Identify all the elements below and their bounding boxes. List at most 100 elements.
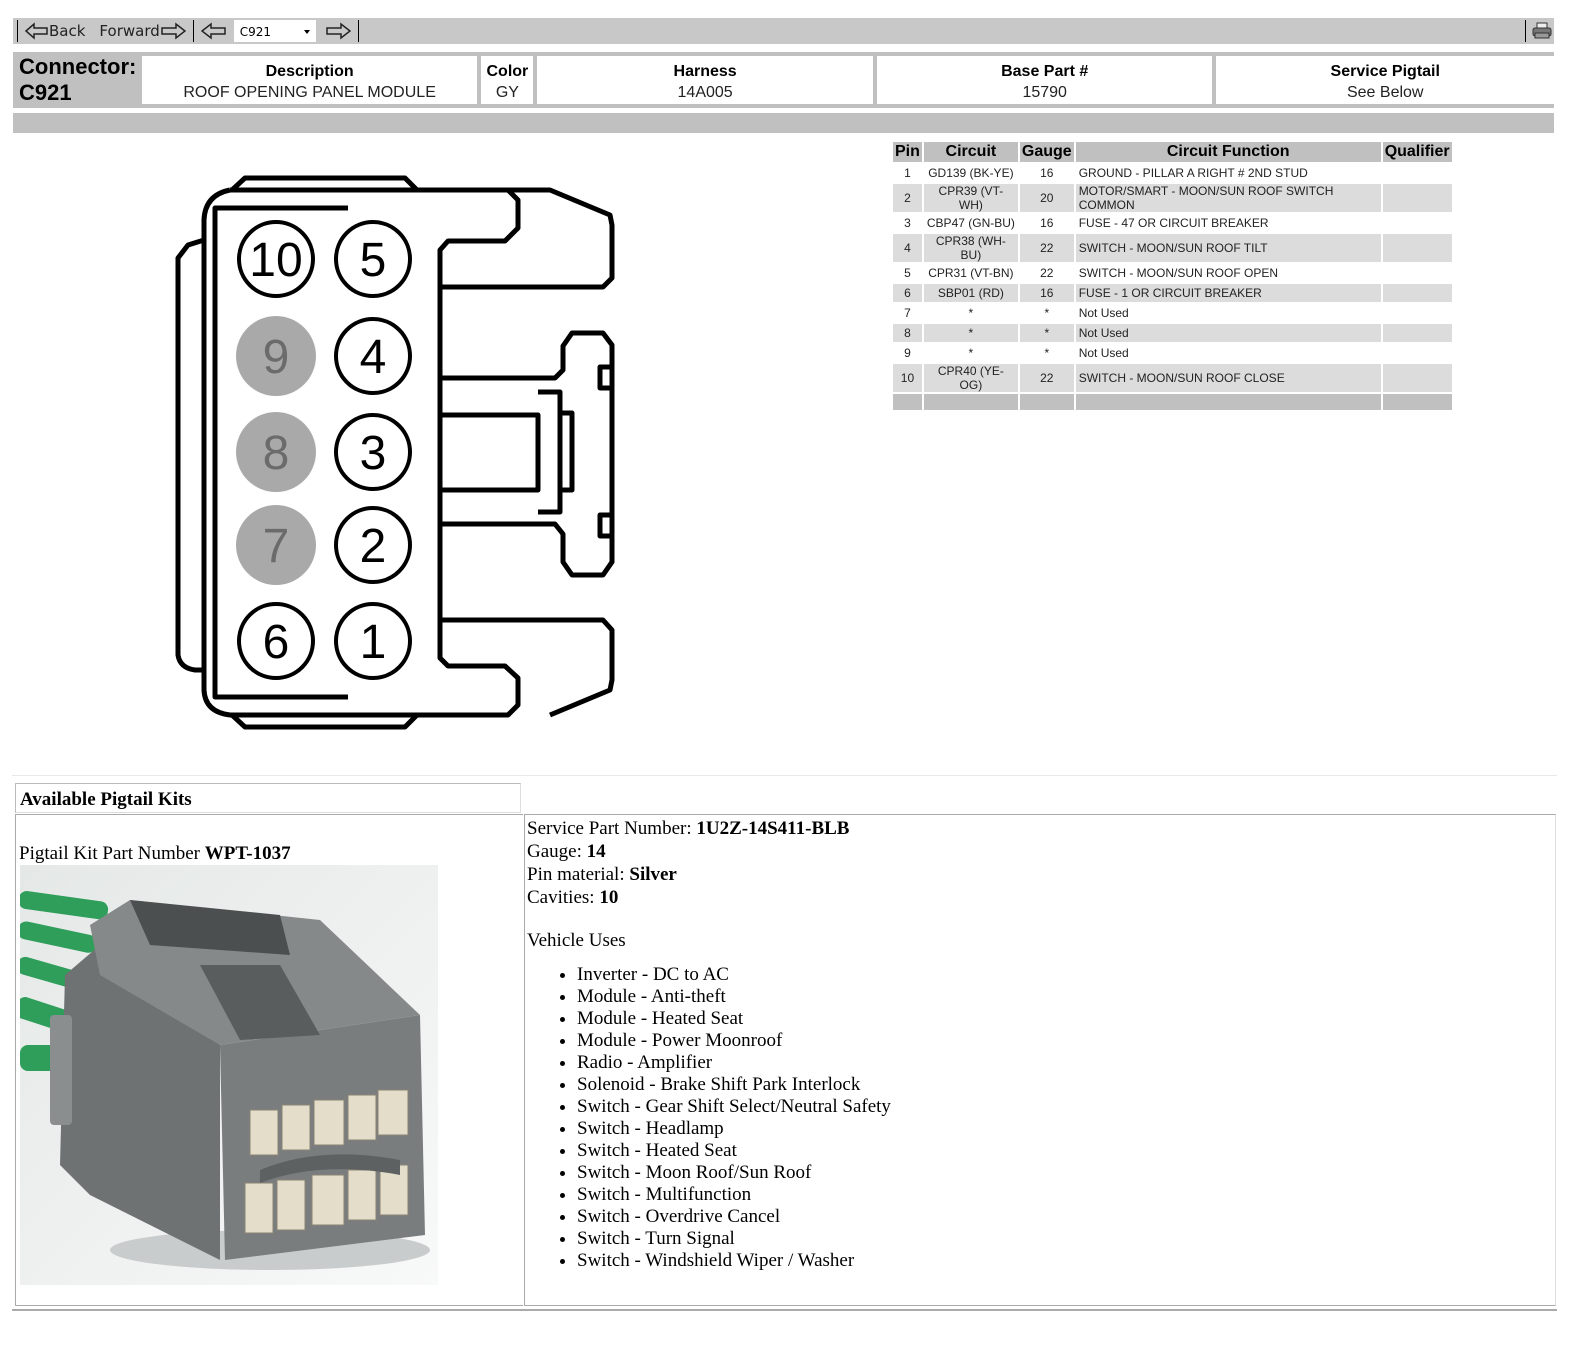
spec-value: 1U2Z-14S411-BLB bbox=[696, 818, 850, 839]
toolbar-separator bbox=[17, 20, 18, 42]
vehicle-uses-title: Vehicle Uses bbox=[527, 930, 626, 951]
gauge-cell: 16 bbox=[1040, 166, 1054, 180]
qualifier-cell bbox=[1383, 264, 1452, 282]
base-part-cell: Base Part # 15790 bbox=[876, 56, 1213, 104]
pin-cavity-4: 4 bbox=[334, 317, 412, 395]
print-button[interactable] bbox=[1530, 19, 1554, 43]
arrow-right-icon bbox=[161, 22, 186, 40]
connector-header: Connector: C921 Description ROOF OPENING… bbox=[13, 52, 1555, 108]
pigtail-details-cell: Service Part Number: 1U2Z-14S411-BLB Gaug… bbox=[524, 814, 1556, 1306]
pin-number: 2 bbox=[360, 520, 387, 573]
circuit-cell: * bbox=[968, 346, 974, 360]
gauge-cell: * bbox=[1019, 324, 1074, 342]
pin-cavity-6: 6 bbox=[237, 602, 315, 680]
arrow-right-icon bbox=[326, 22, 351, 40]
pin-number: 10 bbox=[249, 234, 302, 287]
pigtail-section-title: Available Pigtail Kits bbox=[15, 783, 521, 813]
chevron-down-icon bbox=[303, 30, 310, 34]
spec-label: Service Part Number: bbox=[527, 818, 692, 839]
circuit-function-cell: FUSE - 1 OR CIRCUIT BREAKER bbox=[1075, 284, 1381, 302]
description-value: ROOF OPENING PANEL MODULE bbox=[183, 84, 436, 101]
header-divider bbox=[13, 113, 1554, 133]
connector-select[interactable]: C921 bbox=[233, 20, 316, 42]
pin-cell: 6 bbox=[893, 284, 922, 302]
toolbar-separator bbox=[357, 20, 359, 42]
pin-cavity-10: 10 bbox=[237, 220, 315, 298]
pigtail-specs: Service Part Number: 1U2Z-14S411-BLB Gaug… bbox=[527, 817, 1555, 909]
forward-button[interactable]: Forward bbox=[96, 19, 188, 43]
pin-number: 5 bbox=[360, 234, 387, 287]
gauge-cell: 22 bbox=[1040, 266, 1054, 280]
circuit-cell: SBP01 (RD) bbox=[923, 284, 1018, 302]
pin-cell: 2 bbox=[893, 184, 922, 212]
column-header-circuit-function: Circuit Function bbox=[1075, 142, 1381, 162]
circuit-cell: * bbox=[923, 324, 1018, 342]
pin-number: 9 bbox=[263, 331, 290, 384]
spec-line: Service Part Number: 1U2Z-14S411-BLB bbox=[527, 817, 1555, 840]
next-connector-button[interactable] bbox=[322, 19, 354, 43]
connector-photo bbox=[20, 865, 438, 1285]
circuit-function-cell: GROUND - PILLAR A RIGHT # 2ND STUD bbox=[1078, 166, 1308, 180]
harness-value: 14A005 bbox=[677, 84, 733, 101]
pin-cell: 4 bbox=[893, 234, 922, 262]
list-item: Switch - Overdrive Cancel bbox=[577, 1206, 1555, 1228]
list-item: Switch - Gear Shift Select/Neutral Safet… bbox=[577, 1096, 1555, 1118]
color-header: Color bbox=[486, 63, 529, 80]
service-pigtail-header: Service Pigtail bbox=[1330, 63, 1440, 80]
pin-cell: 1 bbox=[904, 166, 911, 180]
connector-id: C921 bbox=[19, 80, 72, 105]
pigtail-section: Available Pigtail Kits Pigtail Kit Part … bbox=[12, 775, 1557, 1311]
list-item: Inverter - DC to AC bbox=[577, 964, 1555, 986]
circuit-function-cell: SWITCH - MOON/SUN ROOF OPEN bbox=[1078, 266, 1279, 280]
connector-face-diagram: 10 5 9 4 8 3 7 2 6 1 bbox=[175, 175, 615, 730]
base-part-header: Base Part # bbox=[1001, 63, 1089, 80]
pin-cavity-1: 1 bbox=[334, 602, 412, 680]
table-row: 6 SBP01 (RD) 16 FUSE - 1 OR CIRCUIT BREAKER bbox=[893, 284, 1452, 302]
arrow-left-icon bbox=[25, 22, 48, 40]
list-item: Solenoid - Brake Shift Park Interlock bbox=[577, 1074, 1555, 1096]
pin-cavities: 10 5 9 4 8 3 7 2 6 1 bbox=[236, 220, 412, 680]
pin-number: 7 bbox=[263, 520, 290, 573]
table-row: 8 * * Not Used bbox=[893, 324, 1452, 342]
pin-table-header: Pin Circuit Gauge Circuit Function Quali… bbox=[893, 142, 1452, 162]
gauge-cell: 22 bbox=[1019, 364, 1074, 392]
list-item: Switch - Turn Signal bbox=[577, 1228, 1555, 1250]
pigtail-kit-line: Pigtail Kit Part Number WPT-1037 bbox=[19, 843, 291, 865]
spec-value: 10 bbox=[599, 887, 619, 908]
gauge-cell: 20 bbox=[1019, 184, 1074, 212]
circuit-cell: GD139 (BK-YE) bbox=[928, 166, 1014, 180]
toolbar-separator bbox=[192, 20, 194, 42]
circuit-cell: CPR39 (VT-WH) bbox=[923, 184, 1018, 212]
pin-cavity-9: 9 bbox=[236, 316, 316, 396]
list-item: Switch - Moon Roof/Sun Roof bbox=[577, 1162, 1555, 1184]
gauge-cell: * bbox=[1044, 346, 1050, 360]
service-pigtail-cell: Service Pigtail See Below bbox=[1216, 56, 1555, 104]
column-header-pin: Pin bbox=[893, 142, 922, 162]
vehicle-uses-list: Inverter - DC to ACModule - Anti-theftMo… bbox=[527, 964, 1555, 1272]
spec-line: Cavities: 10 bbox=[527, 886, 1555, 909]
list-item: Switch - Headlamp bbox=[577, 1118, 1555, 1140]
qualifier-cell bbox=[1383, 214, 1452, 232]
previous-connector-button[interactable] bbox=[198, 19, 230, 43]
navigation-toolbar: Back Forward C921 bbox=[13, 18, 1554, 44]
gauge-cell: 16 bbox=[1019, 284, 1074, 302]
spec-value: Silver bbox=[629, 864, 677, 885]
pin-cavity-7: 7 bbox=[236, 505, 316, 585]
qualifier-cell bbox=[1383, 304, 1452, 322]
gauge-cell: 16 bbox=[1040, 216, 1054, 230]
qualifier-cell bbox=[1383, 344, 1452, 362]
table-row: 4 CPR38 (WH-BU) 22 SWITCH - MOON/SUN ROOF T… bbox=[893, 234, 1452, 262]
spec-label: Cavities: bbox=[527, 887, 595, 908]
circuit-cell: CPR38 (WH-BU) bbox=[923, 234, 1018, 262]
pin-cell: 10 bbox=[893, 364, 922, 392]
list-item: Module - Anti-theft bbox=[577, 986, 1555, 1008]
pin-cavity-8: 8 bbox=[236, 412, 316, 492]
circuit-cell: CPR40 (YE-OG) bbox=[923, 364, 1018, 392]
arrow-left-icon bbox=[200, 22, 226, 40]
pin-cavity-2: 2 bbox=[334, 506, 412, 584]
table-footer-row bbox=[893, 394, 1452, 410]
spec-value: 14 bbox=[586, 841, 606, 862]
harness-cell: Harness 14A005 bbox=[537, 56, 873, 104]
qualifier-cell bbox=[1383, 164, 1452, 182]
back-button[interactable]: Back bbox=[22, 19, 88, 43]
